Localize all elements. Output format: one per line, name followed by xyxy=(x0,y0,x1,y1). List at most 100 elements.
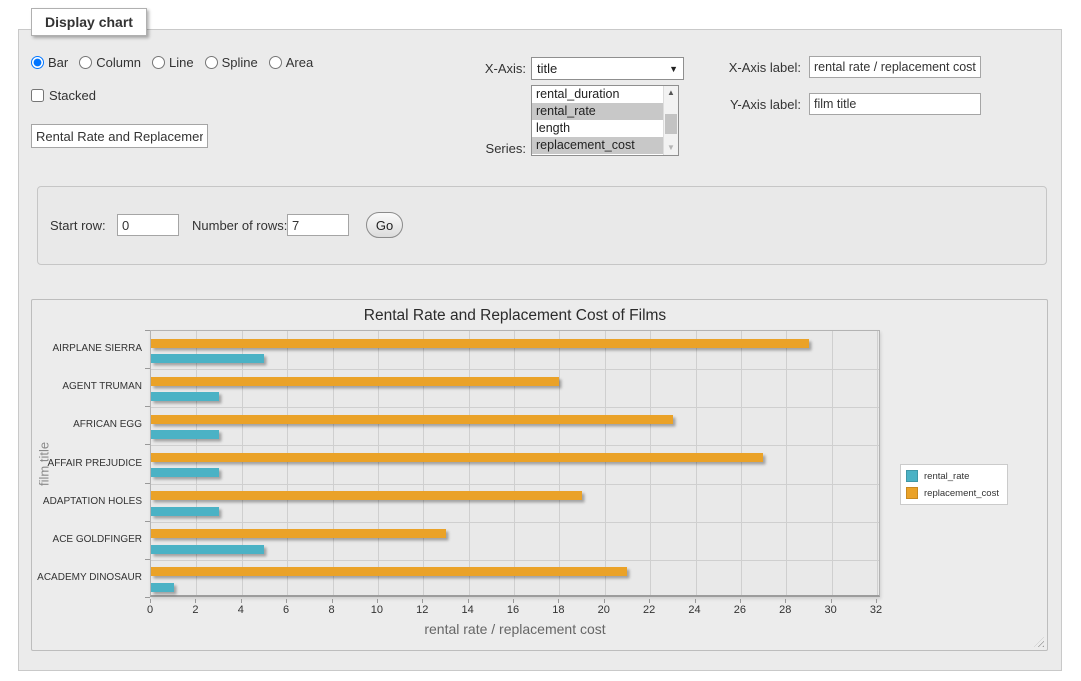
stacked-label: Stacked xyxy=(49,88,96,103)
y-axis-tick xyxy=(145,406,150,407)
series-option-rental-rate[interactable]: rental_rate xyxy=(532,103,663,120)
bar-rental_rate xyxy=(151,468,219,477)
x-tick-label: 20 xyxy=(584,604,624,616)
radio-label: Line xyxy=(169,55,194,70)
x-tick-label: 16 xyxy=(493,604,533,616)
x-tick-label: 12 xyxy=(402,604,442,616)
x-tick-label: 6 xyxy=(266,604,306,616)
grid-line-x xyxy=(514,331,515,595)
scroll-up-icon[interactable]: ▲ xyxy=(664,86,678,100)
x-axis-tick xyxy=(332,599,333,603)
radio-label: Area xyxy=(286,55,313,70)
spline-radio[interactable] xyxy=(205,56,218,69)
grid-line-x xyxy=(650,331,651,595)
number-of-rows-label: Number of rows: xyxy=(192,218,292,233)
start-row-input[interactable] xyxy=(117,214,179,236)
x-axis-select[interactable]: title ▼ xyxy=(531,57,684,80)
grid-line-y xyxy=(151,484,879,485)
series-list-label: Series: xyxy=(436,141,526,156)
bar-replacement_cost xyxy=(151,339,809,348)
x-axis-tick xyxy=(876,599,877,603)
y-axis-tick xyxy=(145,521,150,522)
x-tick-label: 18 xyxy=(538,604,578,616)
bar-rental_rate xyxy=(151,392,219,401)
x-tick-label: 4 xyxy=(221,604,261,616)
bar-rental_rate xyxy=(151,545,264,554)
radio-option-spline[interactable]: Spline xyxy=(205,55,258,70)
x-tick-label: 22 xyxy=(629,604,669,616)
scrollbar-thumb[interactable] xyxy=(665,114,677,134)
grid-line-x xyxy=(287,331,288,595)
y-axis-tick xyxy=(145,368,150,369)
y-axis-tick xyxy=(145,444,150,445)
stacked-option[interactable]: Stacked xyxy=(31,88,96,103)
radio-label: Column xyxy=(96,55,141,70)
bar-rental_rate xyxy=(151,430,219,439)
grid-line-x xyxy=(469,331,470,595)
column-radio[interactable] xyxy=(79,56,92,69)
chart-legend: rental_ratereplacement_cost xyxy=(900,464,1008,505)
grid-line-x xyxy=(696,331,697,595)
area-radio[interactable] xyxy=(269,56,282,69)
grid-line-x xyxy=(741,331,742,595)
bar-radio[interactable] xyxy=(31,56,44,69)
category-label: AIRPLANE SIERRA xyxy=(32,343,142,354)
line-radio[interactable] xyxy=(152,56,165,69)
x-axis-select-value: title xyxy=(537,61,557,76)
bar-replacement_cost xyxy=(151,415,673,424)
bar-replacement_cost xyxy=(151,491,582,500)
series-option-replacement-cost[interactable]: replacement_cost xyxy=(532,137,663,154)
radio-option-bar[interactable]: Bar xyxy=(31,55,68,70)
x-tick-label: 28 xyxy=(765,604,805,616)
y-axis-tick xyxy=(145,559,150,560)
go-button[interactable]: Go xyxy=(366,212,403,238)
category-label: ACADEMY DINOSAUR xyxy=(32,572,142,583)
chart-title: Rental Rate and Replacement Cost of Film… xyxy=(150,307,880,325)
x-tick-label: 8 xyxy=(312,604,352,616)
x-axis-tick xyxy=(558,599,559,603)
grid-line-x xyxy=(378,331,379,595)
stacked-checkbox[interactable] xyxy=(31,89,44,102)
display-chart-fieldset: Display chart Bar Column Line Spline Are… xyxy=(18,29,1062,671)
series-multiselect[interactable]: rental_duration rental_rate length repla… xyxy=(531,85,679,156)
x-axis-tick xyxy=(831,599,832,603)
legend-label: replacement_cost xyxy=(924,488,999,499)
x-tick-label: 26 xyxy=(720,604,760,616)
y-axis-tick xyxy=(145,597,150,598)
row-range-panel: Start row: Number of rows: Go xyxy=(37,186,1047,265)
x-axis-tick xyxy=(513,599,514,603)
x-axis-tick xyxy=(649,599,650,603)
radio-option-area[interactable]: Area xyxy=(269,55,313,70)
bar-replacement_cost xyxy=(151,453,763,462)
category-label: AGENT TRUMAN xyxy=(32,381,142,392)
bar-rental_rate xyxy=(151,507,219,516)
y-axis-tick xyxy=(145,483,150,484)
x-tick-label: 24 xyxy=(675,604,715,616)
radio-label: Bar xyxy=(48,55,68,70)
x-axis-label-input[interactable] xyxy=(809,56,981,78)
resize-handle-icon[interactable] xyxy=(1034,637,1044,647)
bar-replacement_cost xyxy=(151,377,559,386)
legend-swatch xyxy=(906,487,918,499)
y-axis-label-label: Y-Axis label: xyxy=(683,97,801,112)
y-axis-label-input[interactable] xyxy=(809,93,981,115)
grid-line-x xyxy=(333,331,334,595)
bar-replacement_cost xyxy=(151,529,446,538)
radio-option-column[interactable]: Column xyxy=(79,55,141,70)
scroll-down-icon[interactable]: ▼ xyxy=(664,141,678,155)
x-axis-tick xyxy=(150,599,151,603)
x-axis-tick xyxy=(604,599,605,603)
series-option-rental-duration[interactable]: rental_duration xyxy=(532,86,663,103)
x-axis-tick xyxy=(695,599,696,603)
radio-option-line[interactable]: Line xyxy=(152,55,194,70)
fieldset-legend: Display chart xyxy=(31,8,147,36)
bar-replacement_cost xyxy=(151,567,627,576)
chart-title-input[interactable] xyxy=(31,124,208,148)
x-axis-tick xyxy=(195,599,196,603)
x-axis-tick xyxy=(785,599,786,603)
grid-line-x xyxy=(196,331,197,595)
number-of-rows-input[interactable] xyxy=(287,214,349,236)
series-option-length[interactable]: length xyxy=(532,120,663,137)
scrollbar[interactable]: ▲ ▼ xyxy=(663,86,678,155)
x-tick-label: 2 xyxy=(175,604,215,616)
